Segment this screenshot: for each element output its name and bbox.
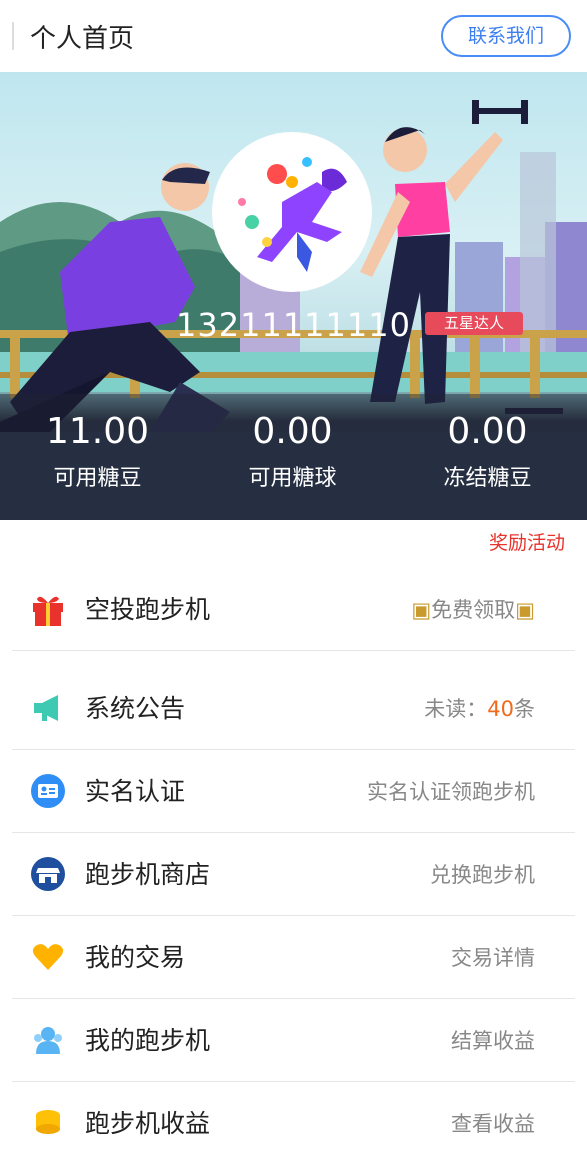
menu-item-label: 跑步机收益 <box>85 1109 211 1138</box>
stat-label: 可用糖豆 <box>53 466 142 491</box>
avatar[interactable] <box>212 132 372 292</box>
treadmill-icon: ▣ <box>411 598 432 622</box>
megaphone-icon <box>34 695 58 721</box>
id-card-icon <box>31 774 65 808</box>
stat-value: 0.00 <box>447 411 528 452</box>
stat-available-balls[interactable]: 0.00 可用糖球 <box>195 410 390 492</box>
coins-icon <box>36 1110 60 1134</box>
stat-label: 冻结糖豆 <box>443 466 532 491</box>
profile-banner: 13211111110 五星达人 11.00 可用糖豆 0.00 可用糖球 0.… <box>0 72 587 520</box>
stat-available-beans[interactable]: 11.00 可用糖豆 <box>0 410 195 492</box>
stat-frozen-beans[interactable]: 0.00 冻结糖豆 <box>390 410 585 492</box>
back-divider <box>12 22 14 50</box>
runner-logo-icon <box>238 157 347 272</box>
menu-item-label: 空投跑步机 <box>85 595 211 624</box>
menu-item-label: 我的跑步机 <box>85 1026 211 1055</box>
menu-item-label: 实名认证 <box>85 777 186 806</box>
top-bar: 个人首页 联系我们 <box>0 0 587 73</box>
heart-icon <box>32 944 64 970</box>
level-badge: 五星达人 <box>425 312 523 335</box>
menu-item-label: 我的交易 <box>85 943 186 972</box>
menu-item-hint: 结算收益 <box>451 1029 535 1053</box>
menu-item-announcements[interactable]: 系统公告 未读：40条 <box>12 667 575 750</box>
stat-value: 0.00 <box>252 411 333 452</box>
menu-item-my-treadmills[interactable]: 我的跑步机 结算收益 <box>12 999 575 1082</box>
contact-us-button[interactable]: 联系我们 <box>441 15 571 57</box>
menu-item-hint: 交易详情 <box>451 946 535 970</box>
gift-icon <box>33 596 63 626</box>
menu-item-label: 系统公告 <box>85 694 186 723</box>
menu-item-store[interactable]: 跑步机商店 兑换跑步机 <box>12 833 575 916</box>
page-title: 个人首页 <box>30 24 135 54</box>
unread-count: 未读：40条 <box>424 697 535 721</box>
treadmill-icon: ▣ <box>515 598 535 622</box>
menu-item-hint: 兑换跑步机 <box>430 863 535 887</box>
store-icon <box>31 857 65 891</box>
stat-label: 可用糖球 <box>248 466 337 491</box>
menu-item-hint: 实名认证领跑步机 <box>367 780 535 804</box>
menu-item-label: 跑步机商店 <box>85 860 211 889</box>
balance-stats: 11.00 可用糖豆 0.00 可用糖球 0.00 冻结糖豆 <box>0 394 587 520</box>
menu-item-earnings[interactable]: 跑步机收益 查看收益 <box>12 1082 575 1164</box>
menu-item-hint: ▣免费领取▣ <box>411 598 535 622</box>
menu-item-trades[interactable]: 我的交易 交易详情 <box>12 916 575 999</box>
reward-activity-link[interactable]: 奖励活动 <box>489 528 565 555</box>
menu-item-hint: 查看收益 <box>451 1112 535 1136</box>
stat-value: 11.00 <box>45 411 150 452</box>
menu-item-airdrop[interactable]: 空投跑步机 ▣免费领取▣ <box>12 568 575 651</box>
users-icon <box>34 1027 62 1054</box>
menu-item-verification[interactable]: 实名认证 实名认证领跑步机 <box>12 750 575 833</box>
